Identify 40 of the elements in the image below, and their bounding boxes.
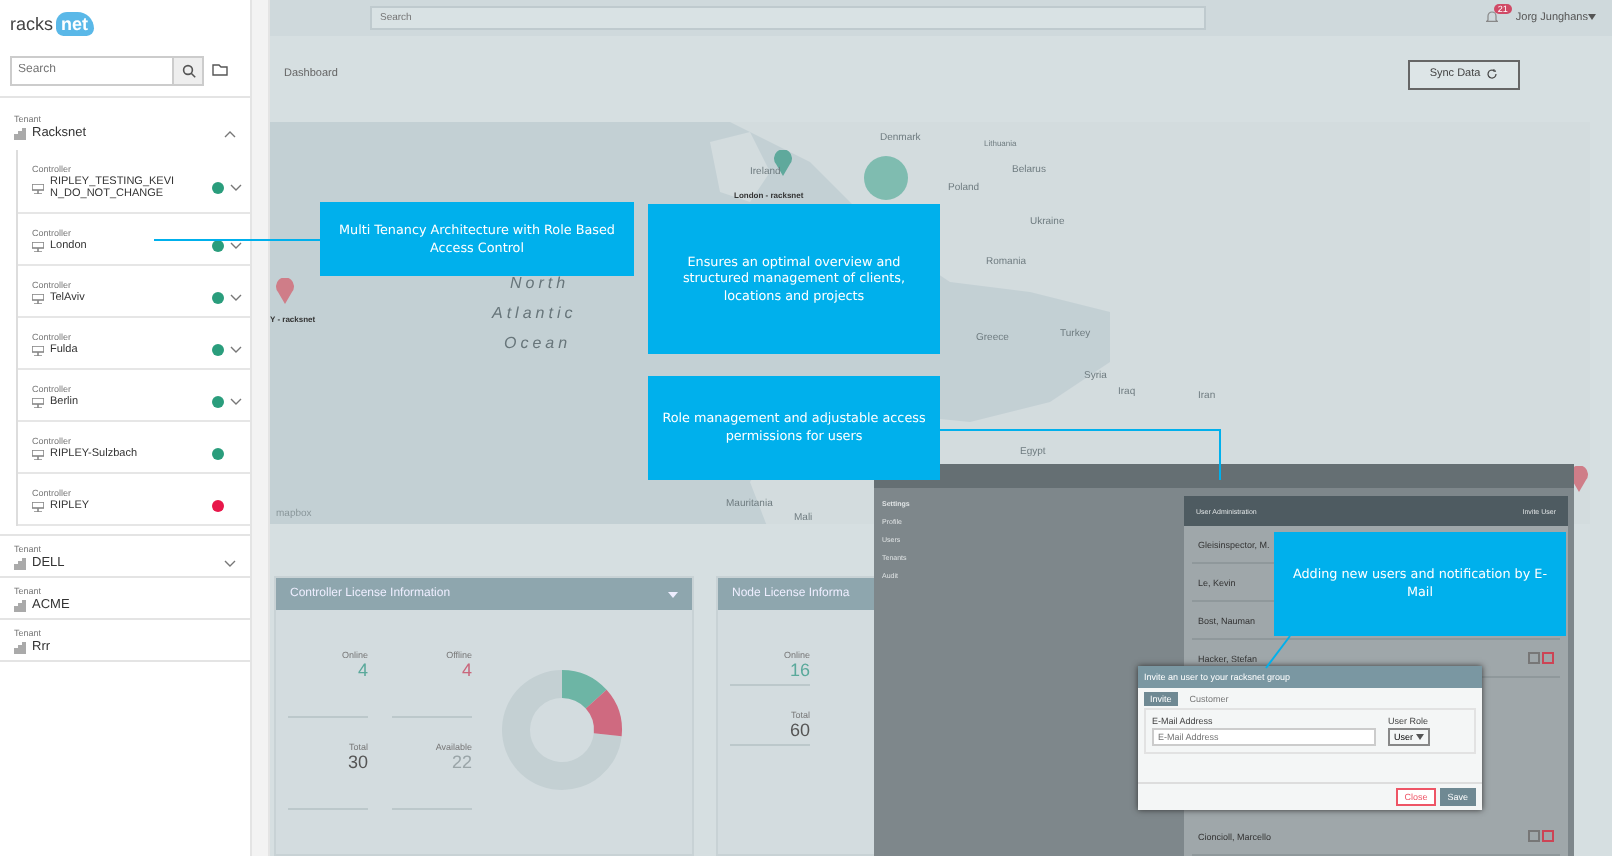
controller-icon (32, 501, 44, 511)
controller-icon (32, 241, 44, 251)
chevron-icon[interactable] (230, 184, 242, 192)
caret-icon (1415, 734, 1424, 740)
refresh-icon (1486, 68, 1499, 81)
stat-value: 4 (357, 660, 368, 680)
stat-value: 22 (451, 752, 472, 772)
controller-icon (32, 293, 44, 303)
chevron-icon[interactable] (230, 346, 242, 354)
controller-icon (32, 183, 44, 193)
building-icon (14, 599, 26, 611)
chevron-icon[interactable] (224, 559, 236, 567)
building-icon (14, 127, 26, 139)
chevron-icon[interactable] (230, 242, 242, 250)
leader-line (1265, 635, 1291, 669)
controller-icon (32, 397, 44, 407)
search-button[interactable] (174, 55, 204, 85)
chevron-icon[interactable] (230, 398, 242, 406)
caret-icon (1588, 14, 1596, 21)
controller-icon (32, 345, 44, 355)
map-pin-icon[interactable] (276, 277, 294, 304)
building-icon (14, 557, 26, 569)
ocean-label: Ocean (504, 333, 572, 352)
chevron-icon[interactable] (224, 129, 236, 137)
cluster-marker[interactable] (864, 155, 908, 200)
ocean-label: Atlantic (492, 303, 577, 322)
chevron-icon[interactable] (230, 294, 242, 302)
scrollbar[interactable] (250, 0, 270, 856)
controller-icon (32, 449, 44, 459)
search-icon (181, 63, 195, 77)
caret-icon[interactable] (668, 591, 678, 597)
ocean-label: North (510, 273, 570, 292)
stat-value: 16 (789, 660, 810, 680)
stat-value: 60 (789, 720, 810, 740)
bell-icon[interactable] (1485, 10, 1498, 25)
building-icon (14, 641, 26, 653)
logo: racks net (0, 0, 250, 48)
stat-value: 30 (347, 752, 368, 772)
folder-icon[interactable] (212, 64, 228, 76)
stat-value: 4 (461, 660, 472, 680)
